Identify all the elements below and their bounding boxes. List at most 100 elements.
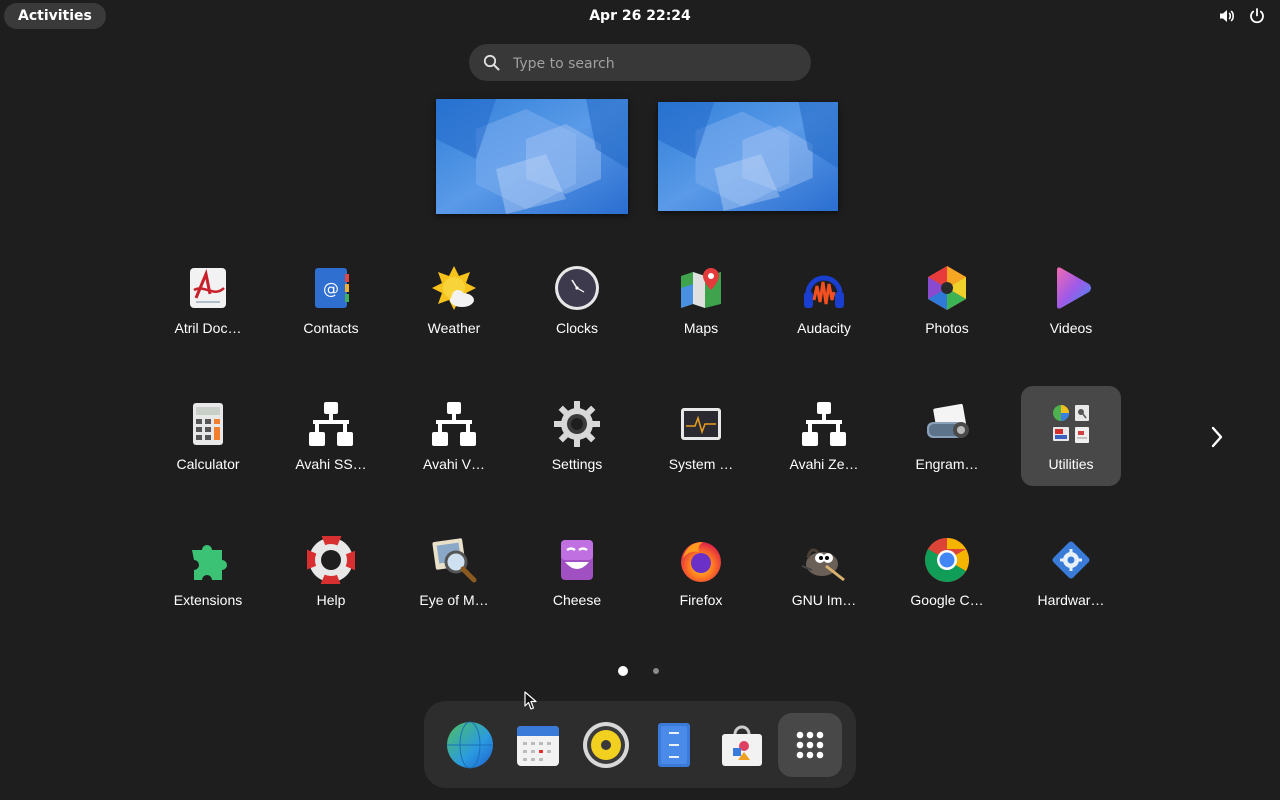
folder-grid-icon xyxy=(1047,400,1095,448)
app-extensions[interactable]: Extensions xyxy=(158,522,258,622)
workspace-thumbnail-1[interactable] xyxy=(436,99,628,214)
app-photos[interactable]: Photos xyxy=(897,250,997,350)
app-label: Avahi V… xyxy=(423,456,485,472)
file-manager-icon xyxy=(658,723,690,767)
page-indicator xyxy=(612,664,672,678)
gear-icon xyxy=(553,400,601,448)
app-label: GNU Im… xyxy=(791,592,857,608)
maps-icon xyxy=(677,264,725,312)
app-google-chrome[interactable]: Google C… xyxy=(897,522,997,622)
audacity-icon xyxy=(800,264,848,312)
lifebuoy-icon xyxy=(307,536,355,584)
software-store-icon xyxy=(722,725,762,766)
app-label: Calculator xyxy=(176,456,240,472)
dock-music[interactable] xyxy=(574,713,638,777)
gimp-icon xyxy=(800,536,848,584)
app-system-monitor[interactable]: System … xyxy=(651,386,751,486)
system-tray[interactable] xyxy=(1218,7,1266,25)
search-icon xyxy=(483,54,500,71)
app-label: System … xyxy=(668,456,734,472)
app-eye-of-mate[interactable]: Eye of M… xyxy=(404,522,504,622)
app-label: Google C… xyxy=(910,592,984,608)
calculator-icon xyxy=(184,400,232,448)
calendar-icon xyxy=(517,726,559,766)
puzzle-icon xyxy=(184,536,232,584)
dock-browser[interactable] xyxy=(438,713,502,777)
cheese-icon xyxy=(553,536,601,584)
app-hardware[interactable]: Hardwar… xyxy=(1021,522,1121,622)
network-icon xyxy=(307,400,355,448)
browser-globe-icon xyxy=(447,721,493,769)
power-icon[interactable] xyxy=(1248,7,1266,25)
clocks-icon xyxy=(553,264,601,312)
chrome-icon xyxy=(923,536,971,584)
clock-label[interactable]: Apr 26 22:24 xyxy=(589,8,691,24)
dock-software[interactable] xyxy=(710,713,774,777)
hardware-icon xyxy=(1047,536,1095,584)
svg-text:@: @ xyxy=(323,279,339,298)
dock xyxy=(424,701,856,788)
app-folder-utilities[interactable]: Utilities xyxy=(1021,386,1121,486)
page-dot-1[interactable] xyxy=(618,666,628,676)
app-label: Photos xyxy=(925,320,969,336)
app-avahi-zeroconf[interactable]: Avahi Ze… xyxy=(774,386,874,486)
app-label: Atril Doc… xyxy=(174,320,242,336)
dock-show-apps[interactable] xyxy=(778,713,842,777)
mouse-cursor-icon xyxy=(524,691,537,710)
network-icon xyxy=(800,400,848,448)
app-label: Maps xyxy=(683,320,719,336)
engrampa-icon xyxy=(923,400,971,448)
firefox-icon xyxy=(677,536,725,584)
app-label: Avahi Ze… xyxy=(789,456,859,472)
clock: Apr 26 22:24 xyxy=(0,0,1280,32)
app-label: Help xyxy=(316,592,346,608)
chevron-right-icon[interactable] xyxy=(1204,422,1230,452)
image-viewer-icon xyxy=(430,536,478,584)
search-input[interactable] xyxy=(511,44,795,83)
app-atril[interactable]: Atril Doc… xyxy=(158,250,258,350)
app-videos[interactable]: Videos xyxy=(1021,250,1121,350)
app-weather[interactable]: Weather xyxy=(404,250,504,350)
app-clocks[interactable]: Clocks xyxy=(527,250,627,350)
app-firefox[interactable]: Firefox xyxy=(651,522,751,622)
app-label: Clocks xyxy=(555,320,598,336)
app-label: Engram… xyxy=(915,456,979,472)
volume-icon[interactable] xyxy=(1218,7,1236,25)
app-label: Contacts xyxy=(303,320,359,336)
top-bar: Activities Apr 26 22:24 xyxy=(0,0,1280,32)
speaker-icon xyxy=(583,722,629,768)
system-monitor-icon xyxy=(677,400,725,448)
workspace-thumbnail-2[interactable] xyxy=(658,102,838,211)
activities-button[interactable]: Activities xyxy=(4,3,106,29)
app-help[interactable]: Help xyxy=(281,522,381,622)
app-audacity[interactable]: Audacity xyxy=(774,250,874,350)
app-label: Videos xyxy=(1049,320,1093,336)
weather-icon xyxy=(430,264,478,312)
contacts-icon: @ xyxy=(307,264,355,312)
app-cheese[interactable]: Cheese xyxy=(527,522,627,622)
app-contacts[interactable]: @ Contacts xyxy=(281,250,381,350)
app-label: Settings xyxy=(551,456,603,472)
atril-icon xyxy=(184,264,232,312)
app-avahi-ssh[interactable]: Avahi SS… xyxy=(281,386,381,486)
app-calculator[interactable]: Calculator xyxy=(158,386,258,486)
app-label: Weather xyxy=(427,320,481,336)
app-label: Cheese xyxy=(552,592,602,608)
dock-files[interactable] xyxy=(642,713,706,777)
wallpaper-image xyxy=(436,99,628,214)
search-bar[interactable] xyxy=(469,44,811,83)
app-grid-icon xyxy=(796,731,824,759)
app-label: Firefox xyxy=(679,592,723,608)
page-dot-2[interactable] xyxy=(653,668,659,674)
app-gimp[interactable]: GNU Im… xyxy=(774,522,874,622)
dock-calendar[interactable] xyxy=(506,713,570,777)
app-label: Hardwar… xyxy=(1037,592,1105,608)
app-label: Audacity xyxy=(797,320,851,336)
app-settings[interactable]: Settings xyxy=(527,386,627,486)
wallpaper-image xyxy=(658,102,838,211)
app-engrampa[interactable]: Engram… xyxy=(897,386,997,486)
app-maps[interactable]: Maps xyxy=(651,250,751,350)
app-avahi-vnc[interactable]: Avahi V… xyxy=(404,386,504,486)
network-icon xyxy=(430,400,478,448)
photos-icon xyxy=(923,264,971,312)
